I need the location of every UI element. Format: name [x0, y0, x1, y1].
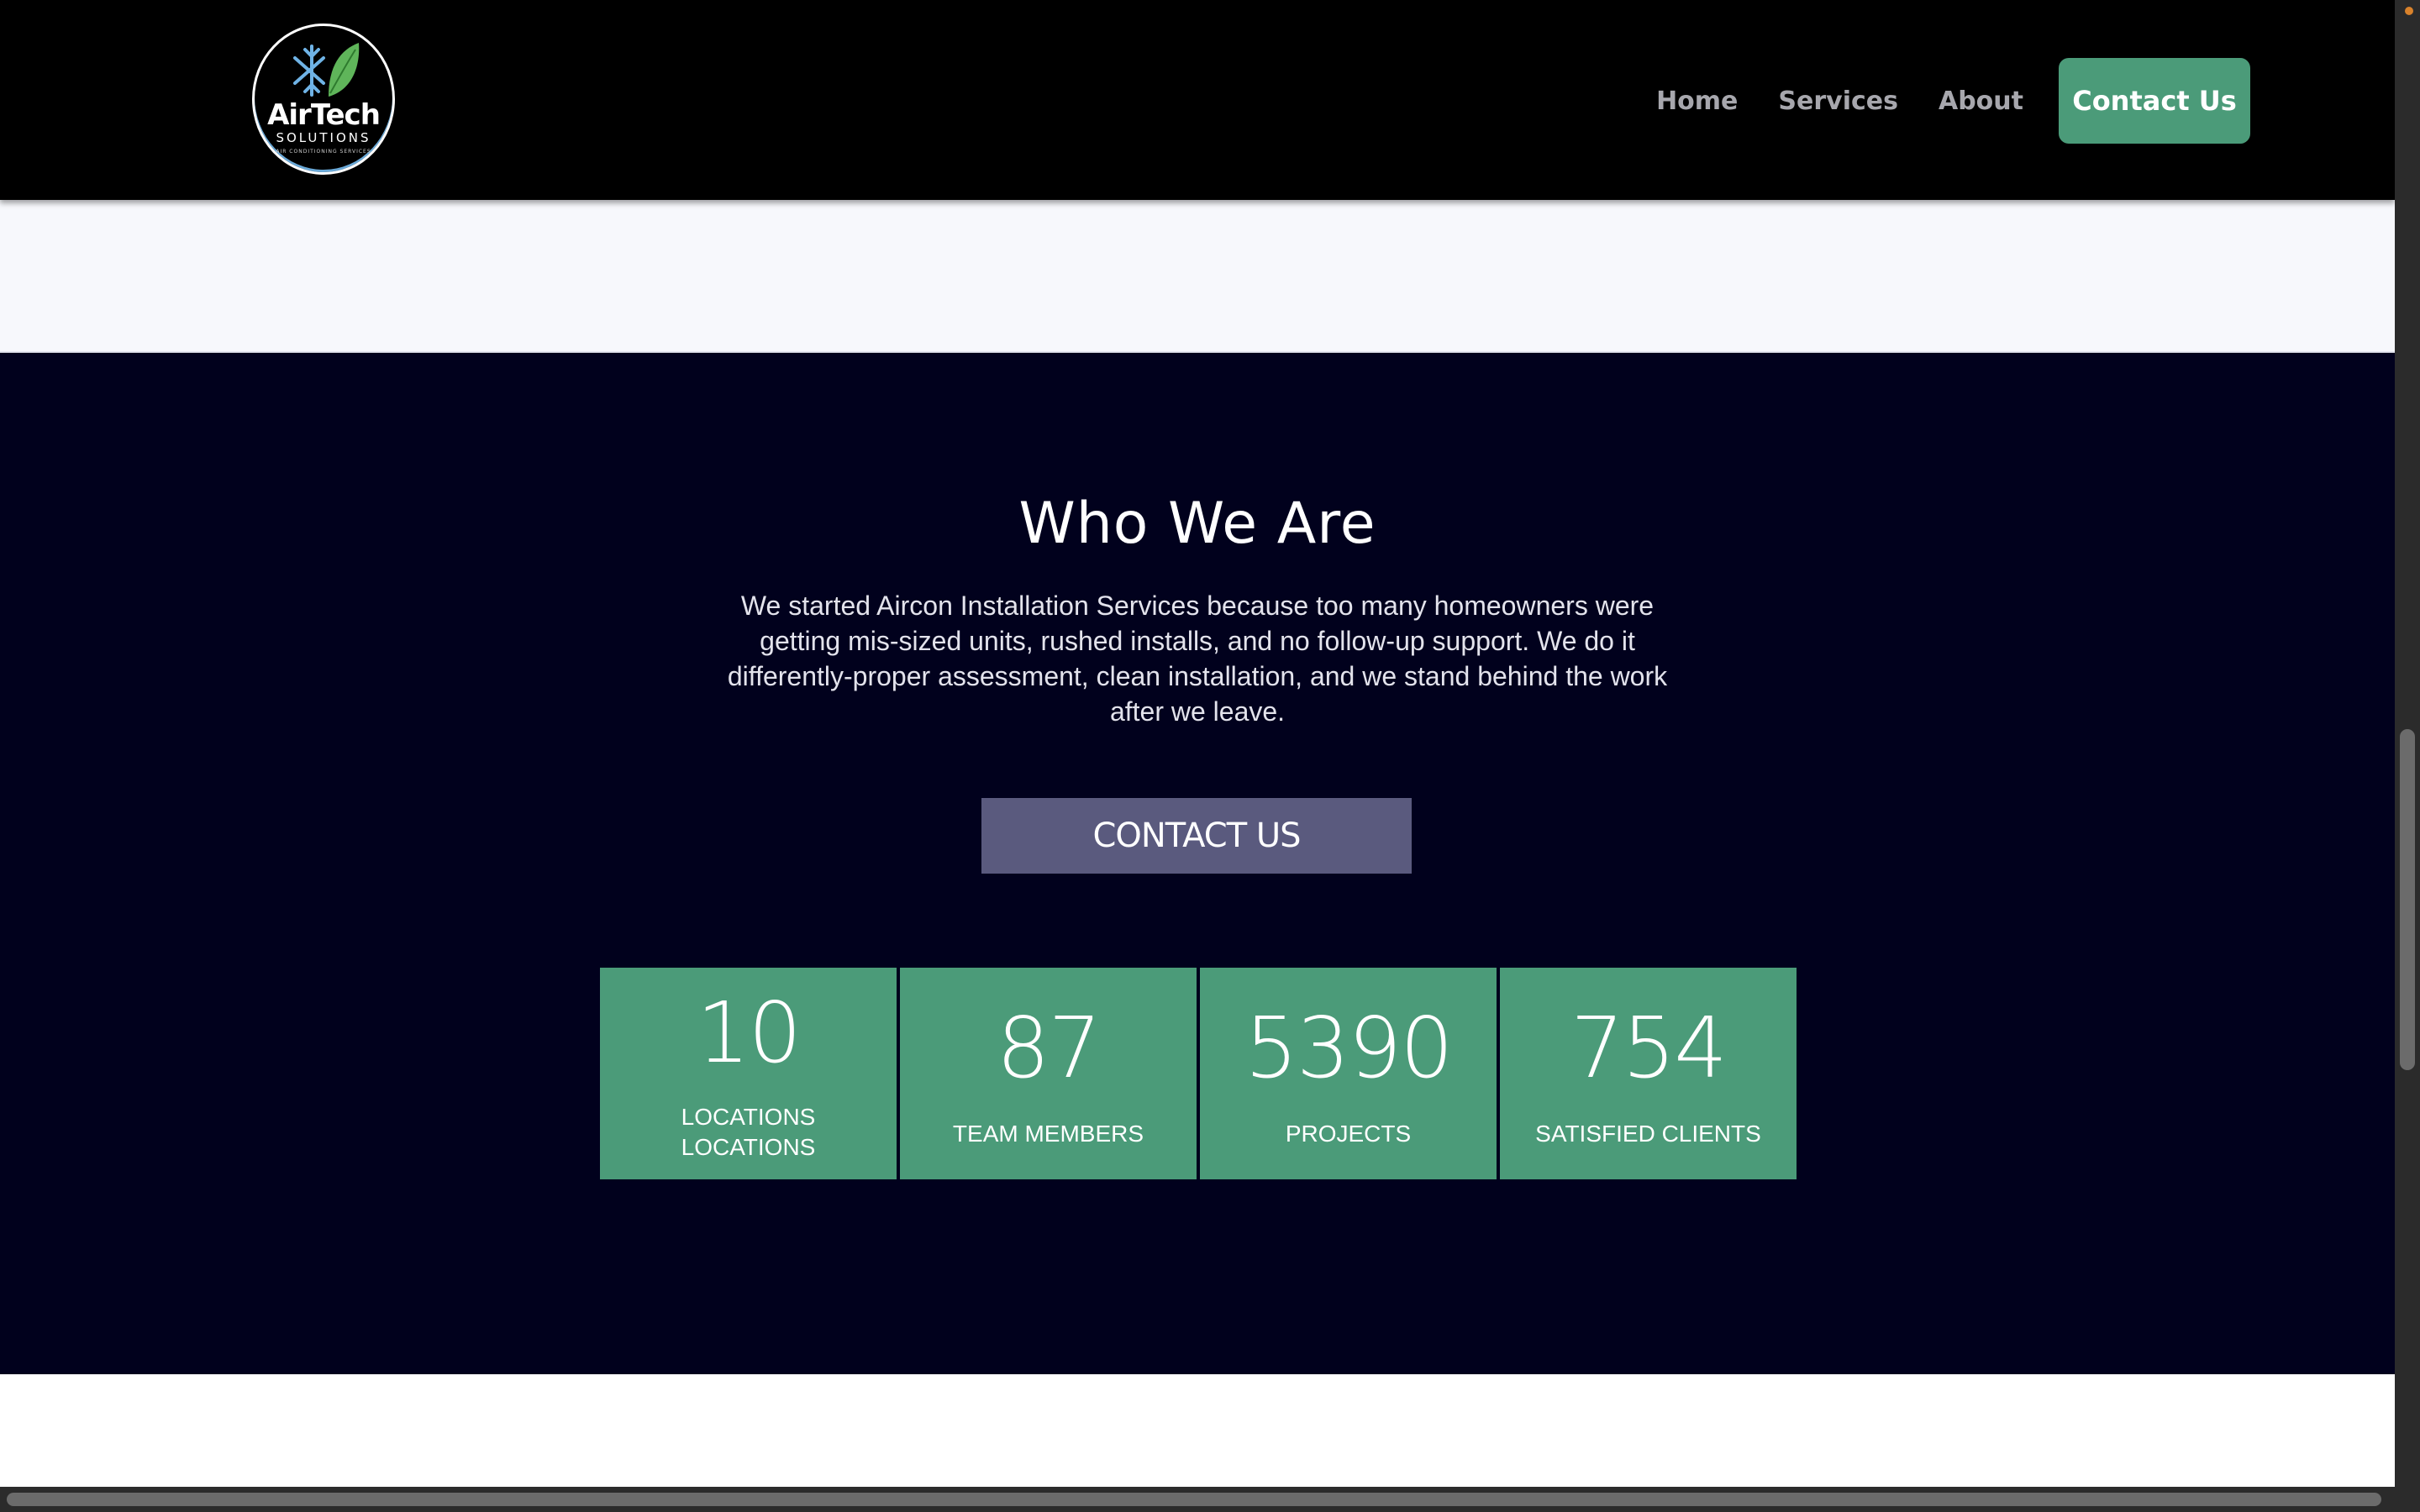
nav-about-link[interactable]: About: [1939, 87, 2023, 116]
light-strip: [0, 200, 2395, 353]
horizontal-scrollbar[interactable]: [0, 1487, 2420, 1512]
logo-tagline: AIR CONDITIONING SERVICES: [276, 149, 371, 155]
vertical-scrollbar[interactable]: [2395, 0, 2420, 1487]
section-title: Who We Are: [1018, 491, 1376, 557]
stat-value: 87: [996, 999, 1102, 1097]
stats-row: 10 LOCATIONS LOCATIONS 87 TEAM MEMBERS 5…: [600, 968, 1797, 1179]
stat-card-projects: 5390 PROJECTS: [1200, 968, 1497, 1179]
page: AirTech SOLUTIONS AIR CONDITIONING SERVI…: [0, 0, 2395, 1487]
stat-card-locations: 10 LOCATIONS LOCATIONS: [600, 968, 897, 1179]
contact-us-button[interactable]: CONTACT US: [981, 798, 1412, 874]
scroll-indicator-dot: [2405, 7, 2413, 15]
vertical-scrollbar-thumb[interactable]: [2400, 729, 2415, 1070]
nav-home-link[interactable]: Home: [1656, 87, 1738, 116]
horizontal-scrollbar-thumb[interactable]: [7, 1493, 2381, 1506]
stat-label: PROJECTS: [1285, 1121, 1412, 1147]
nav-services-link[interactable]: Services: [1778, 87, 1898, 116]
logo-name: AirTech: [267, 98, 381, 132]
header-contact-button[interactable]: Contact Us: [2059, 58, 2250, 144]
stat-label: LOCATIONS LOCATIONS: [681, 1104, 816, 1160]
stat-label: TEAM MEMBERS: [952, 1121, 1144, 1147]
snowflake-icon: [293, 45, 325, 97]
stat-label: SATISFIED CLIENTS: [1535, 1121, 1761, 1147]
site-header: AirTech SOLUTIONS AIR CONDITIONING SERVI…: [0, 0, 2395, 200]
main-nav: Home Services About Contact Us: [1616, 58, 2250, 144]
stat-card-team-members: 87 TEAM MEMBERS: [900, 968, 1197, 1179]
logo-subtitle: SOLUTIONS: [276, 130, 371, 145]
who-we-are-section: Who We Are We started Aircon Installatio…: [0, 353, 2395, 1374]
airtech-logo[interactable]: AirTech SOLUTIONS AIR CONDITIONING SERVI…: [252, 24, 395, 175]
stat-value: 10: [696, 984, 802, 1082]
leaf-icon: [329, 43, 360, 97]
stat-value: 754: [1570, 999, 1728, 1097]
section-description: We started Aircon Installation Services …: [727, 591, 1668, 727]
stat-value: 5390: [1244, 999, 1454, 1097]
logo-mark: [293, 43, 360, 97]
stat-card-satisfied-clients: 754 SATISFIED CLIENTS: [1500, 968, 1797, 1179]
